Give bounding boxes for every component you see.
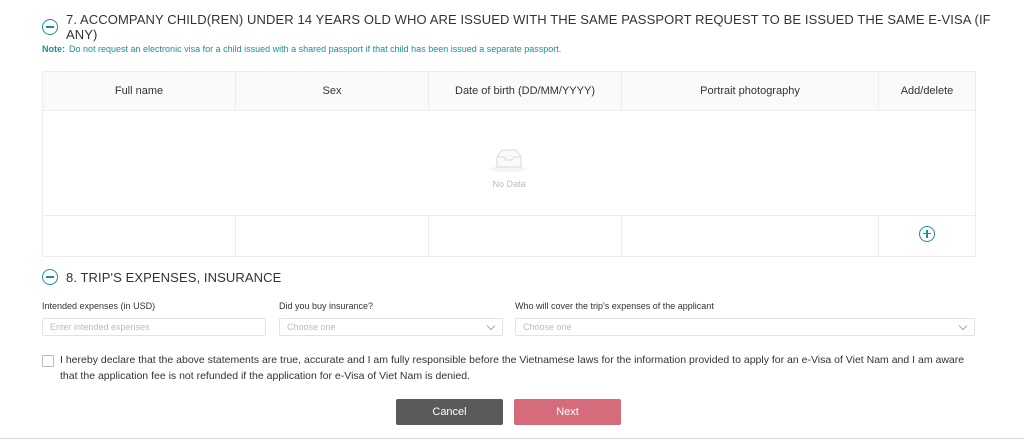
- cover-select[interactable]: Choose one: [515, 318, 975, 336]
- column-header-date-of-birth: Date of birth (DD/MM/YYYY): [428, 71, 622, 111]
- divider: [0, 438, 1024, 439]
- table-header-row: Full name Sex Date of birth (DD/MM/YYYY)…: [42, 71, 976, 111]
- section-8-header[interactable]: 8. TRIP'S EXPENSES, INSURANCE: [42, 269, 281, 285]
- table-row: [42, 215, 976, 257]
- note-label: Note:: [42, 44, 65, 54]
- column-header-full-name: Full name: [42, 71, 236, 111]
- insurance-select[interactable]: Choose one: [279, 318, 503, 336]
- cancel-button[interactable]: Cancel: [396, 399, 503, 425]
- declaration: I hereby declare that the above statemen…: [42, 352, 972, 384]
- cell-date-of-birth[interactable]: [428, 215, 622, 257]
- cover-label: Who will cover the trip's expenses of th…: [515, 301, 714, 311]
- collapse-icon[interactable]: [42, 269, 58, 285]
- add-circle-icon[interactable]: [919, 225, 935, 242]
- declaration-checkbox[interactable]: [42, 355, 54, 367]
- empty-inbox-icon: [491, 149, 527, 173]
- insurance-label: Did you buy insurance?: [279, 301, 374, 311]
- cover-select-value: Choose one: [523, 322, 572, 332]
- empty-state: No Data: [42, 110, 976, 216]
- section-7-header[interactable]: 7. ACCOMPANY CHILD(REN) UNDER 14 YEARS O…: [42, 12, 1024, 42]
- expenses-field[interactable]: [42, 318, 266, 336]
- column-header-add-delete: Add/delete: [878, 71, 976, 111]
- expenses-input[interactable]: [50, 322, 258, 332]
- expenses-label: Intended expenses (in USD): [42, 301, 156, 311]
- empty-row: No Data: [42, 110, 976, 216]
- column-header-portrait: Portrait photography: [621, 71, 879, 111]
- declaration-text: I hereby declare that the above statemen…: [60, 354, 965, 382]
- section-7-title: 7. ACCOMPANY CHILD(REN) UNDER 14 YEARS O…: [65, 12, 991, 42]
- collapse-icon[interactable]: [42, 19, 58, 35]
- note: Note: Do not request an electronic visa f…: [42, 44, 561, 54]
- cell-add-delete: [878, 215, 976, 257]
- no-data-text: No Data: [492, 179, 526, 189]
- next-button[interactable]: Next: [514, 399, 621, 425]
- cell-portrait[interactable]: [621, 215, 879, 257]
- note-text: Do not request an electronic visa for a …: [69, 44, 562, 54]
- chevron-down-icon: [486, 321, 496, 331]
- column-header-sex: Sex: [235, 71, 429, 111]
- insurance-select-value: Choose one: [287, 322, 336, 332]
- section-8-title: 8. TRIP'S EXPENSES, INSURANCE: [66, 269, 282, 285]
- cell-full-name[interactable]: [42, 215, 236, 257]
- children-table: Full name Sex Date of birth (DD/MM/YYYY)…: [42, 71, 976, 257]
- cell-sex[interactable]: [235, 215, 429, 257]
- chevron-down-icon: [958, 321, 968, 331]
